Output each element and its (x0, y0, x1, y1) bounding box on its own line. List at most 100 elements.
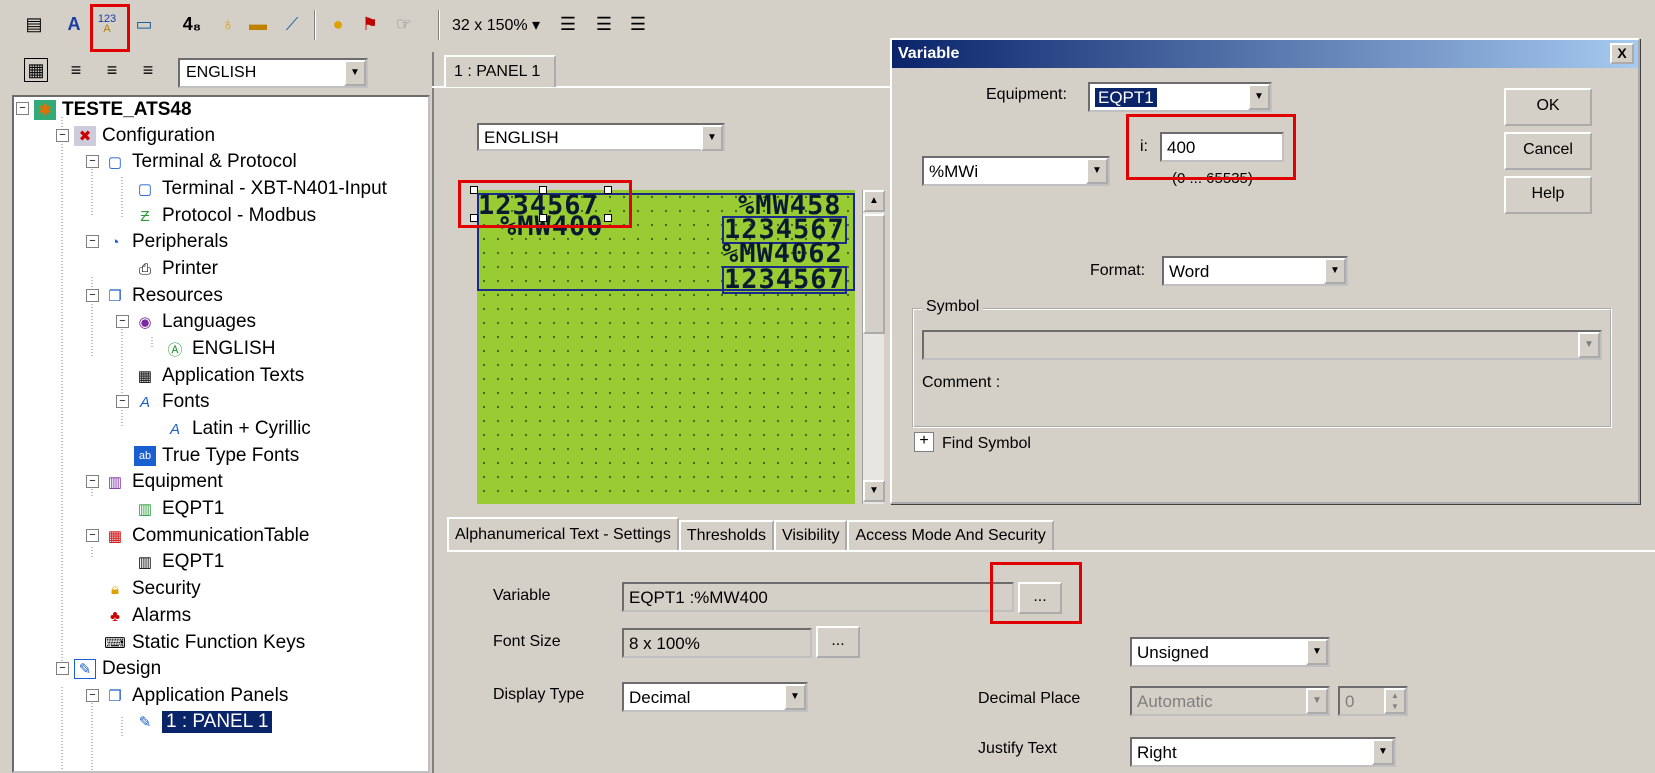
flag-icon[interactable]: ⚑ (358, 12, 382, 36)
tree-item-printer[interactable]: ⎙ Printer (134, 256, 218, 282)
panel-scrollbar[interactable]: ▲ ▼ (862, 190, 885, 504)
bitmap-tool-icon[interactable]: ▭ (132, 12, 156, 36)
chevron-down-icon[interactable]: ▼ (784, 684, 806, 710)
panel-icon[interactable]: ▤ (22, 12, 46, 36)
chevron-down-icon[interactable]: ▼ (1306, 688, 1328, 714)
justify-text-select[interactable]: Right ▼ (1130, 737, 1396, 767)
collapse-toggle[interactable]: − (86, 289, 99, 302)
tree-item-equipment-eqpt1[interactable]: ▥ EQPT1 (134, 496, 224, 522)
tree-item-peripherals[interactable]: ◔ Peripherals (104, 229, 228, 255)
light-bulb-icon[interactable]: ♁ (216, 12, 240, 36)
tree-item-latin-cyrillic[interactable]: A Latin + Cyrillic (164, 416, 311, 442)
expand-plus-icon[interactable]: + (914, 432, 934, 452)
tree-item-resources[interactable]: ❐ Resources (104, 283, 223, 309)
tree-item-design[interactable]: ✎ Design (74, 656, 161, 682)
tree-item-application-panels[interactable]: ❐ Application Panels (104, 683, 288, 709)
chevron-down-icon[interactable]: ▼ (344, 60, 366, 86)
tree-item-equipment[interactable]: ▥ Equipment (104, 469, 223, 495)
tree-language-select[interactable]: ENGLISH ▼ (178, 58, 368, 88)
tab-alphanumerical-settings[interactable]: Alphanumerical Text - Settings (447, 517, 679, 550)
decimal-count-stepper[interactable]: 0 ▲ ▼ (1338, 686, 1408, 716)
equipment-select[interactable]: EQPT1 ▼ (1088, 82, 1272, 112)
tree-item-panel-1[interactable]: ✎ 1 : PANEL 1 (134, 709, 273, 735)
display-type-label: Display Type (493, 686, 585, 703)
font-size-field[interactable]: 8 x 100% (622, 628, 812, 658)
tab-visibility[interactable]: Visibility (773, 520, 848, 550)
tree-item-communication-table[interactable]: ▦ CommunicationTable (104, 523, 310, 549)
collapse-toggle[interactable]: − (86, 155, 99, 168)
tree-item-languages[interactable]: ◉ Languages (134, 309, 256, 335)
lcd-right-value-2[interactable]: 1234567 (722, 266, 847, 294)
scroll-thumb[interactable] (863, 214, 885, 334)
tree-collapse-icon[interactable]: ≡ (100, 58, 124, 82)
alarm-icon: ♣ (110, 607, 120, 625)
tree-item-configuration[interactable]: ✖ Configuration (74, 123, 215, 149)
tree-item-terminal-protocol[interactable]: ▢ Terminal & Protocol (104, 149, 297, 175)
bar-graph-icon[interactable]: ▬ (246, 12, 270, 36)
collapse-toggle[interactable]: − (86, 689, 99, 702)
close-icon[interactable]: X (1610, 43, 1634, 64)
variable-type-select[interactable]: %MWi ▼ (922, 156, 1110, 186)
tree-item-terminal[interactable]: ▢ Terminal - XBT-N401-Input (134, 176, 387, 202)
tree-item-security[interactable]: 🔒︎ Security (104, 576, 201, 602)
variable-field[interactable]: EQPT1 :%MW400 (622, 582, 1014, 612)
languages-icon: ◉ (138, 314, 152, 331)
tree-filter-icon[interactable]: ≡ (136, 58, 160, 82)
tab-panel-1[interactable]: 1 : PANEL 1 (444, 55, 556, 87)
stepper-arrows-icon[interactable]: ▲ ▼ (1384, 688, 1406, 714)
tree-item-application-texts[interactable]: ▦ Application Texts (134, 363, 304, 389)
tab-thresholds[interactable]: Thresholds (678, 520, 774, 550)
table-icon: ▥ (137, 554, 153, 571)
chevron-down-icon[interactable]: ▼ (1324, 258, 1346, 284)
tab-access-mode-security[interactable]: Access Mode And Security (847, 520, 1054, 550)
align-right-icon[interactable]: ☰ (626, 12, 650, 36)
tree-item-alarms[interactable]: ♣ Alarms (104, 603, 191, 629)
tree-expand-icon[interactable]: ≡ (64, 58, 88, 82)
help-button[interactable]: Help (1504, 176, 1592, 214)
tree-item-project[interactable]: ✱ TESTE_ATS48 (34, 97, 192, 123)
align-left-icon[interactable]: ☰ (556, 12, 580, 36)
collapse-toggle[interactable]: − (86, 529, 99, 542)
display-type-select[interactable]: Decimal ▼ (622, 682, 808, 712)
align-center-icon[interactable]: ☰ (592, 12, 616, 36)
decimal-place-select[interactable]: Automatic ▼ (1130, 686, 1330, 716)
panel-language-select[interactable]: ENGLISH ▼ (477, 123, 725, 151)
chevron-down-icon[interactable]: ▼ (701, 125, 723, 151)
scroll-up-icon[interactable]: ▲ (863, 190, 885, 212)
play-icon[interactable]: ● (326, 12, 350, 36)
tree-item-truetype-fonts[interactable]: ab True Type Fonts (134, 443, 299, 469)
chevron-down-icon[interactable]: ▼ (1086, 158, 1108, 184)
trend-chart-icon[interactable]: ⟋ (280, 12, 304, 36)
format-select[interactable]: Word ▼ (1162, 256, 1348, 286)
collapse-toggle[interactable]: − (116, 395, 129, 408)
chevron-down-icon[interactable]: ▼ (1372, 739, 1394, 765)
tree-item-english[interactable]: Ⓐ ENGLISH (164, 336, 275, 362)
dialog-titlebar[interactable]: Variable (892, 40, 1638, 68)
collapse-toggle[interactable]: − (86, 475, 99, 488)
collapse-toggle[interactable]: − (16, 102, 29, 115)
hand-icon[interactable]: ☞ (392, 12, 416, 36)
chevron-down-icon[interactable]: ▼ (1306, 639, 1328, 665)
text-tool-icon[interactable]: A (62, 12, 86, 36)
collapse-toggle[interactable]: − (116, 315, 129, 328)
scroll-down-icon[interactable]: ▼ (863, 480, 885, 502)
highlight-box (90, 4, 130, 52)
tree-item-protocol[interactable]: Ƶ Protocol - Modbus (134, 203, 316, 229)
collapse-toggle[interactable]: − (56, 662, 69, 675)
collapse-toggle[interactable]: − (56, 129, 69, 142)
tree-item-fonts[interactable]: A Fonts (134, 389, 210, 415)
collapse-toggle[interactable]: − (86, 235, 99, 248)
tree-view-icon[interactable]: ▦ (24, 58, 48, 82)
zoom-level[interactable]: 32 x 150% ▾ (452, 15, 540, 35)
dynamic-text-icon[interactable]: 4₈ (180, 12, 204, 36)
find-symbol-label[interactable]: Find Symbol (942, 435, 1031, 453)
sign-select[interactable]: Unsigned ▼ (1130, 637, 1330, 667)
font-size-browse-button[interactable]: ... (816, 626, 860, 658)
tree-item-comm-eqpt1[interactable]: ▥ EQPT1 (134, 549, 224, 575)
symbol-select[interactable]: ▼ (922, 330, 1602, 360)
cancel-button[interactable]: Cancel (1504, 132, 1592, 170)
chevron-down-icon[interactable]: ▼ (1578, 332, 1600, 358)
chevron-down-icon[interactable]: ▼ (1248, 84, 1270, 110)
ok-button[interactable]: OK (1504, 88, 1592, 126)
tree-item-static-function-keys[interactable]: ⌨ Static Function Keys (104, 630, 305, 656)
